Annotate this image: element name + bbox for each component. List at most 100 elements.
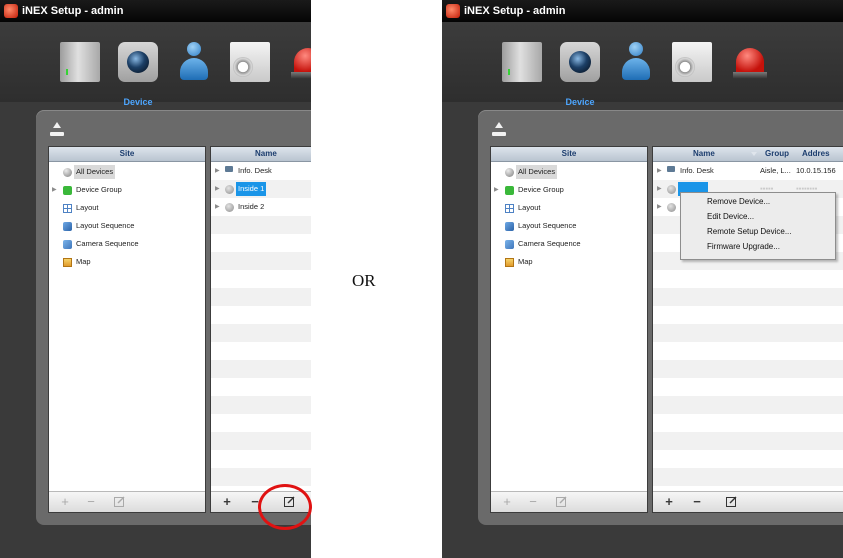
column-group[interactable]: Group <box>765 147 789 161</box>
device-add-button[interactable]: + <box>661 494 677 510</box>
column-address[interactable]: Addres <box>802 147 830 161</box>
site-item-map[interactable]: Map <box>491 255 647 269</box>
device-list-header: Name <box>211 147 311 162</box>
user-icon <box>616 42 656 82</box>
expand-arrow-icon[interactable]: ▶ <box>215 198 220 216</box>
layout-icon <box>63 204 72 213</box>
column-name[interactable]: Name <box>255 147 277 161</box>
device-row[interactable]: ▶ Info. Desk <box>211 162 311 180</box>
empty-row <box>653 432 843 450</box>
device-row[interactable]: ▶ Inside 2 <box>211 198 311 216</box>
expand-arrow-icon[interactable]: ▶ <box>215 180 220 198</box>
empty-row <box>211 360 311 378</box>
toolbar-server-button[interactable] <box>494 34 550 104</box>
site-header[interactable]: Site <box>491 147 647 162</box>
site-item-label: Layout <box>518 203 541 212</box>
menu-firmware-upgrade[interactable]: Firmware Upgrade... <box>707 240 780 254</box>
schedule-icon <box>230 42 270 82</box>
expand-arrow-icon[interactable]: ▶ <box>657 162 662 180</box>
toolbar-device-button[interactable]: Device <box>552 34 608 107</box>
site-item-all-devices[interactable]: All Devices <box>491 165 647 179</box>
expand-arrow-icon[interactable]: ▶ <box>657 198 662 216</box>
site-item-layout[interactable]: Layout <box>491 201 647 215</box>
window-title: iNEX Setup - admin <box>22 5 124 17</box>
site-item-label: Camera Sequence <box>76 239 139 248</box>
layout-icon <box>505 204 514 213</box>
toolbar-user-button[interactable] <box>166 34 222 104</box>
site-item-label: Camera Sequence <box>518 239 581 248</box>
window-title: iNEX Setup - admin <box>464 5 566 17</box>
toolbar-server-button[interactable] <box>52 34 108 104</box>
device-panel: Site All Devices ▶ Device Group Layout L… <box>36 110 311 525</box>
empty-row <box>211 216 311 234</box>
or-separator: OR <box>352 271 376 290</box>
upload-icon[interactable] <box>50 122 64 138</box>
device-context-menu: Remove Device... Edit Device... Remote S… <box>680 192 836 260</box>
camera-device-icon <box>225 185 234 194</box>
site-remove-button[interactable]: − <box>83 494 99 510</box>
device-address: 10.0.15.156 <box>796 166 836 175</box>
camera-icon <box>560 42 600 82</box>
empty-row <box>211 468 311 486</box>
device-panel: Site All Devices ▶ Device Group Layout L… <box>478 110 843 525</box>
site-item-map[interactable]: Map <box>49 255 205 269</box>
device-list-header: Name Group Addres <box>653 147 843 162</box>
main-toolbar: Device <box>0 22 311 107</box>
site-item-label: Map <box>76 257 91 266</box>
expand-arrow-icon[interactable]: ▶ <box>52 183 57 197</box>
site-item-all-devices[interactable]: All Devices <box>49 165 205 179</box>
device-row[interactable]: ▶ Info. Desk Aisle, L... 10.0.15.156 <box>653 162 843 180</box>
empty-row <box>653 360 843 378</box>
site-item-device-group[interactable]: ▶ Device Group <box>49 183 205 197</box>
device-list-footer: + − <box>653 491 843 512</box>
site-remove-button[interactable]: − <box>525 494 541 510</box>
site-add-button[interactable]: + <box>57 494 73 510</box>
site-item-layout[interactable]: Layout <box>49 201 205 215</box>
device-row[interactable]: ▶ Inside 1 <box>211 180 311 198</box>
camera-device-icon <box>225 203 234 212</box>
site-item-label: Layout Sequence <box>518 221 577 230</box>
site-item-device-group[interactable]: ▶ Device Group <box>491 183 647 197</box>
site-edit-button[interactable] <box>111 494 127 510</box>
site-edit-button[interactable] <box>553 494 569 510</box>
camera-icon <box>118 42 158 82</box>
device-edit-button[interactable] <box>723 494 739 510</box>
column-name[interactable]: Name <box>693 147 715 161</box>
alarm-icon <box>730 42 770 82</box>
empty-row <box>211 324 311 342</box>
globe-icon <box>505 168 514 177</box>
schedule-icon <box>672 42 712 82</box>
menu-remove-device[interactable]: Remove Device... <box>707 195 770 209</box>
expand-arrow-icon[interactable]: ▶ <box>494 183 499 197</box>
title-bar: iNEX Setup - admin <box>442 0 843 22</box>
site-pane-footer: + − <box>49 491 205 512</box>
toolbar-alarm-button[interactable] <box>722 34 778 104</box>
toolbar-alarm-button[interactable] <box>280 34 311 104</box>
site-item-layout-sequence[interactable]: Layout Sequence <box>49 219 205 233</box>
device-add-button[interactable]: + <box>219 494 235 510</box>
device-list-pane: Name ▶ Info. Desk ▶ Inside 1 ▶ Inside 2 <box>210 146 311 513</box>
device-remove-button[interactable]: − <box>689 494 705 510</box>
expand-arrow-icon[interactable]: ▶ <box>215 162 220 180</box>
user-icon <box>174 42 214 82</box>
toolbar-schedule-button[interactable] <box>222 34 278 104</box>
app-icon <box>446 4 460 18</box>
site-header[interactable]: Site <box>49 147 205 162</box>
menu-edit-device[interactable]: Edit Device... <box>707 210 754 224</box>
site-item-camera-sequence[interactable]: Camera Sequence <box>49 237 205 251</box>
site-item-layout-sequence[interactable]: Layout Sequence <box>491 219 647 233</box>
site-item-label: Device Group <box>76 185 122 194</box>
map-icon <box>63 258 72 267</box>
menu-remote-setup-device[interactable]: Remote Setup Device... <box>707 225 791 239</box>
monitor-icon <box>225 166 233 172</box>
upload-icon[interactable] <box>492 122 506 138</box>
layout-sequence-icon <box>505 222 514 231</box>
toolbar-device-button[interactable]: Device <box>110 34 166 107</box>
site-add-button[interactable]: + <box>499 494 515 510</box>
edit-icon <box>113 496 124 507</box>
expand-arrow-icon[interactable]: ▶ <box>657 180 662 198</box>
site-item-camera-sequence[interactable]: Camera Sequence <box>491 237 647 251</box>
toolbar-schedule-button[interactable] <box>664 34 720 104</box>
toolbar-user-button[interactable] <box>608 34 664 104</box>
device-name: Info. Desk <box>238 166 272 175</box>
